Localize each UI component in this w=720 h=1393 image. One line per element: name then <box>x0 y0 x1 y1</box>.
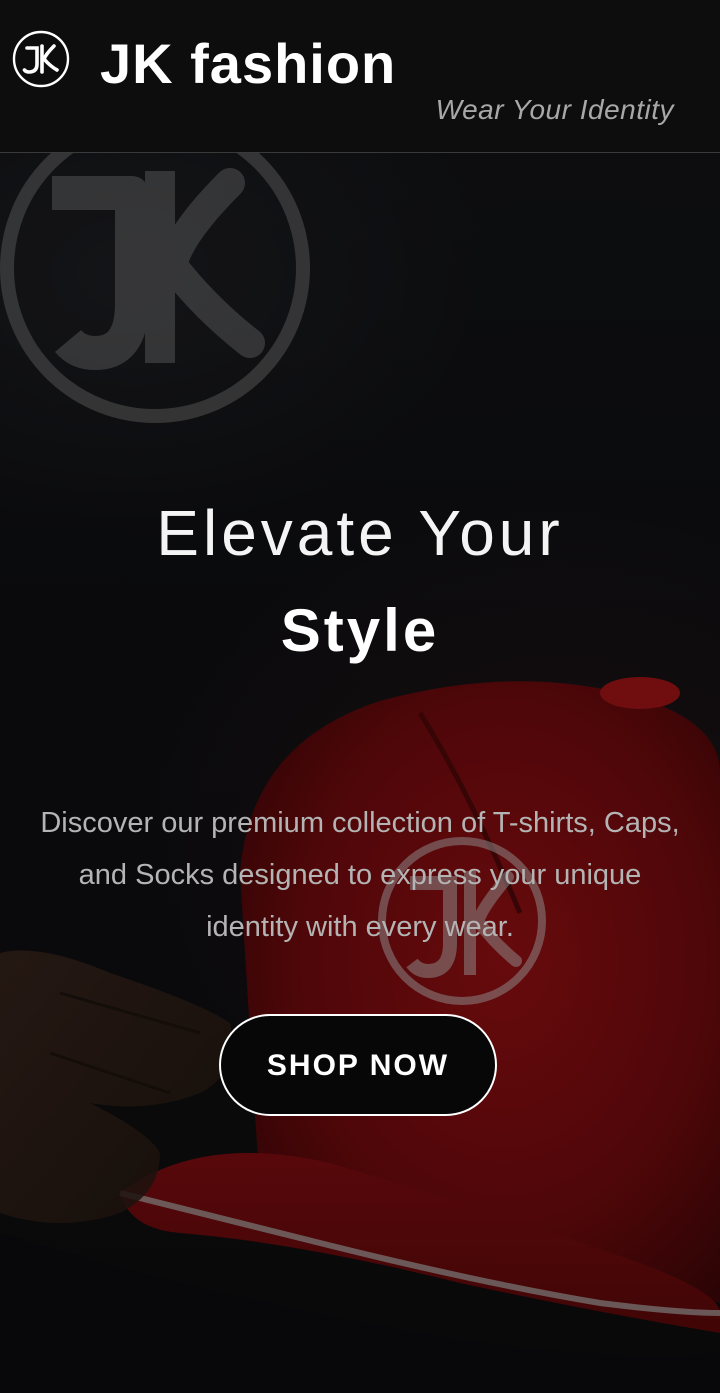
hero-dark-overlay <box>0 153 720 1393</box>
hero-section: Elevate Your Style Discover our premium … <box>0 153 720 1393</box>
site-header: JK fashion Wear Your Identity <box>0 0 720 153</box>
brand-tagline: Wear Your Identity <box>435 94 674 125</box>
shop-now-button[interactable]: SHOP NOW <box>219 1014 497 1116</box>
hero-heading-line1: Elevate Your <box>156 497 564 569</box>
hero-heading: Elevate Your Style <box>0 493 720 667</box>
jk-logo-icon[interactable] <box>12 30 70 88</box>
brand-name[interactable]: JK fashion <box>100 28 396 100</box>
hero-heading-line2: Style <box>280 597 440 664</box>
hero-description: Discover our premium collection of T-shi… <box>40 807 680 943</box>
